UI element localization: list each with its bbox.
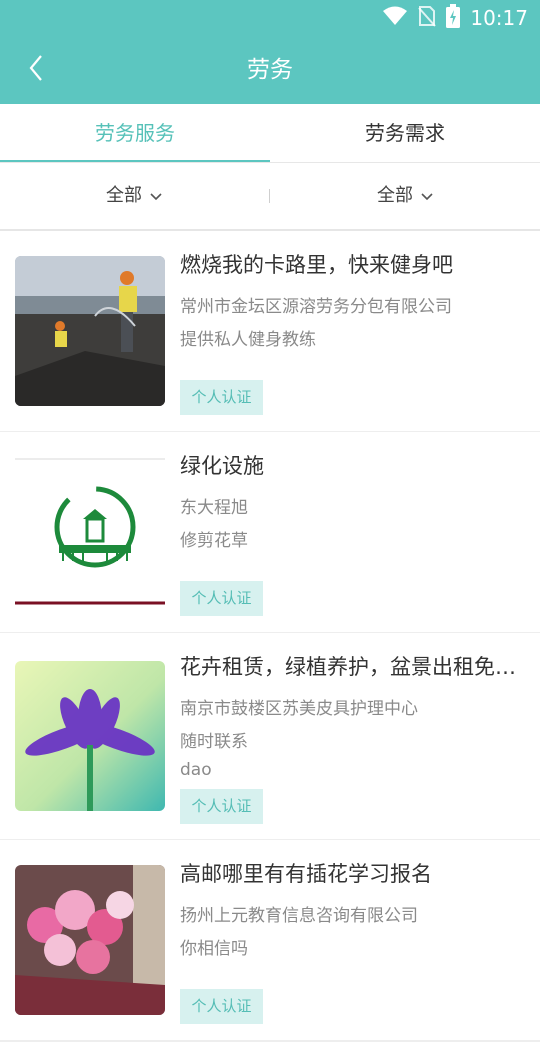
filter-dropdown-2[interactable]: 全部 [377, 163, 433, 229]
status-icons: 10:17 [382, 4, 528, 32]
active-tab-indicator [0, 160, 270, 162]
item-title: 花卉租赁，绿植养护，盆景出租免费送货 [180, 655, 520, 679]
verification-badge: 个人认证 [180, 380, 263, 415]
item-company: 常州市金坛区源溶劳务分包有限公司 [180, 297, 452, 317]
item-extra: dao [180, 760, 212, 780]
thumbnail-image [15, 256, 165, 406]
tab-bar: 劳务服务 劳务需求 [0, 104, 540, 163]
filter-divider [269, 189, 270, 203]
filter-bar: 全部 全部 [0, 163, 540, 231]
clock: 10:17 [470, 6, 528, 30]
item-company: 南京市鼓楼区苏美皮具护理中心 [180, 699, 418, 719]
item-description: 提供私人健身教练 [180, 330, 316, 350]
status-bar: 10:17 [0, 0, 540, 36]
item-company: 扬州上元教育信息咨询有限公司 [180, 906, 418, 926]
verification-badge: 个人认证 [180, 581, 263, 616]
chevron-down-icon [421, 163, 433, 229]
list-item[interactable]: 花卉租赁，绿植养护，盆景出租免费送货 南京市鼓楼区苏美皮具护理中心 随时联系 d… [0, 633, 540, 841]
chevron-down-icon [150, 163, 162, 229]
item-description: 你相信吗 [180, 939, 248, 959]
thumbnail-image [15, 661, 165, 811]
item-title: 燃烧我的卡路里，快来健身吧 [180, 253, 453, 277]
item-company: 东大程旭 [180, 498, 248, 518]
page-title: 劳务 [247, 57, 293, 83]
no-sim-icon [418, 5, 437, 31]
list-item[interactable]: 绿化设施 东大程旭 修剪花草 个人认证 [0, 432, 540, 634]
filter-label: 全部 [106, 185, 142, 206]
list-item[interactable]: 燃烧我的卡路里，快来健身吧 常州市金坛区源溶劳务分包有限公司 提供私人健身教练 … [0, 231, 540, 433]
wifi-icon [382, 5, 408, 31]
thumbnail-image [15, 457, 165, 607]
verification-badge: 个人认证 [180, 989, 263, 1024]
list-item[interactable]: 高邮哪里有有插花学习报名 扬州上元教育信息咨询有限公司 你相信吗 个人认证 [0, 840, 540, 1042]
item-title: 绿化设施 [180, 454, 264, 478]
item-description: 随时联系 [180, 732, 248, 752]
thumbnail-image [15, 865, 165, 1015]
item-title: 高邮哪里有有插花学习报名 [180, 862, 432, 886]
tab-labor-services[interactable]: 劳务服务 [0, 104, 270, 162]
item-description: 修剪花草 [180, 531, 248, 551]
battery-charging-icon [446, 4, 461, 32]
verification-badge: 个人认证 [180, 789, 263, 824]
app-bar: 劳务 [0, 36, 540, 104]
filter-dropdown-1[interactable]: 全部 [106, 163, 162, 229]
tab-labor-demands[interactable]: 劳务需求 [270, 104, 540, 162]
filter-label: 全部 [377, 185, 413, 206]
